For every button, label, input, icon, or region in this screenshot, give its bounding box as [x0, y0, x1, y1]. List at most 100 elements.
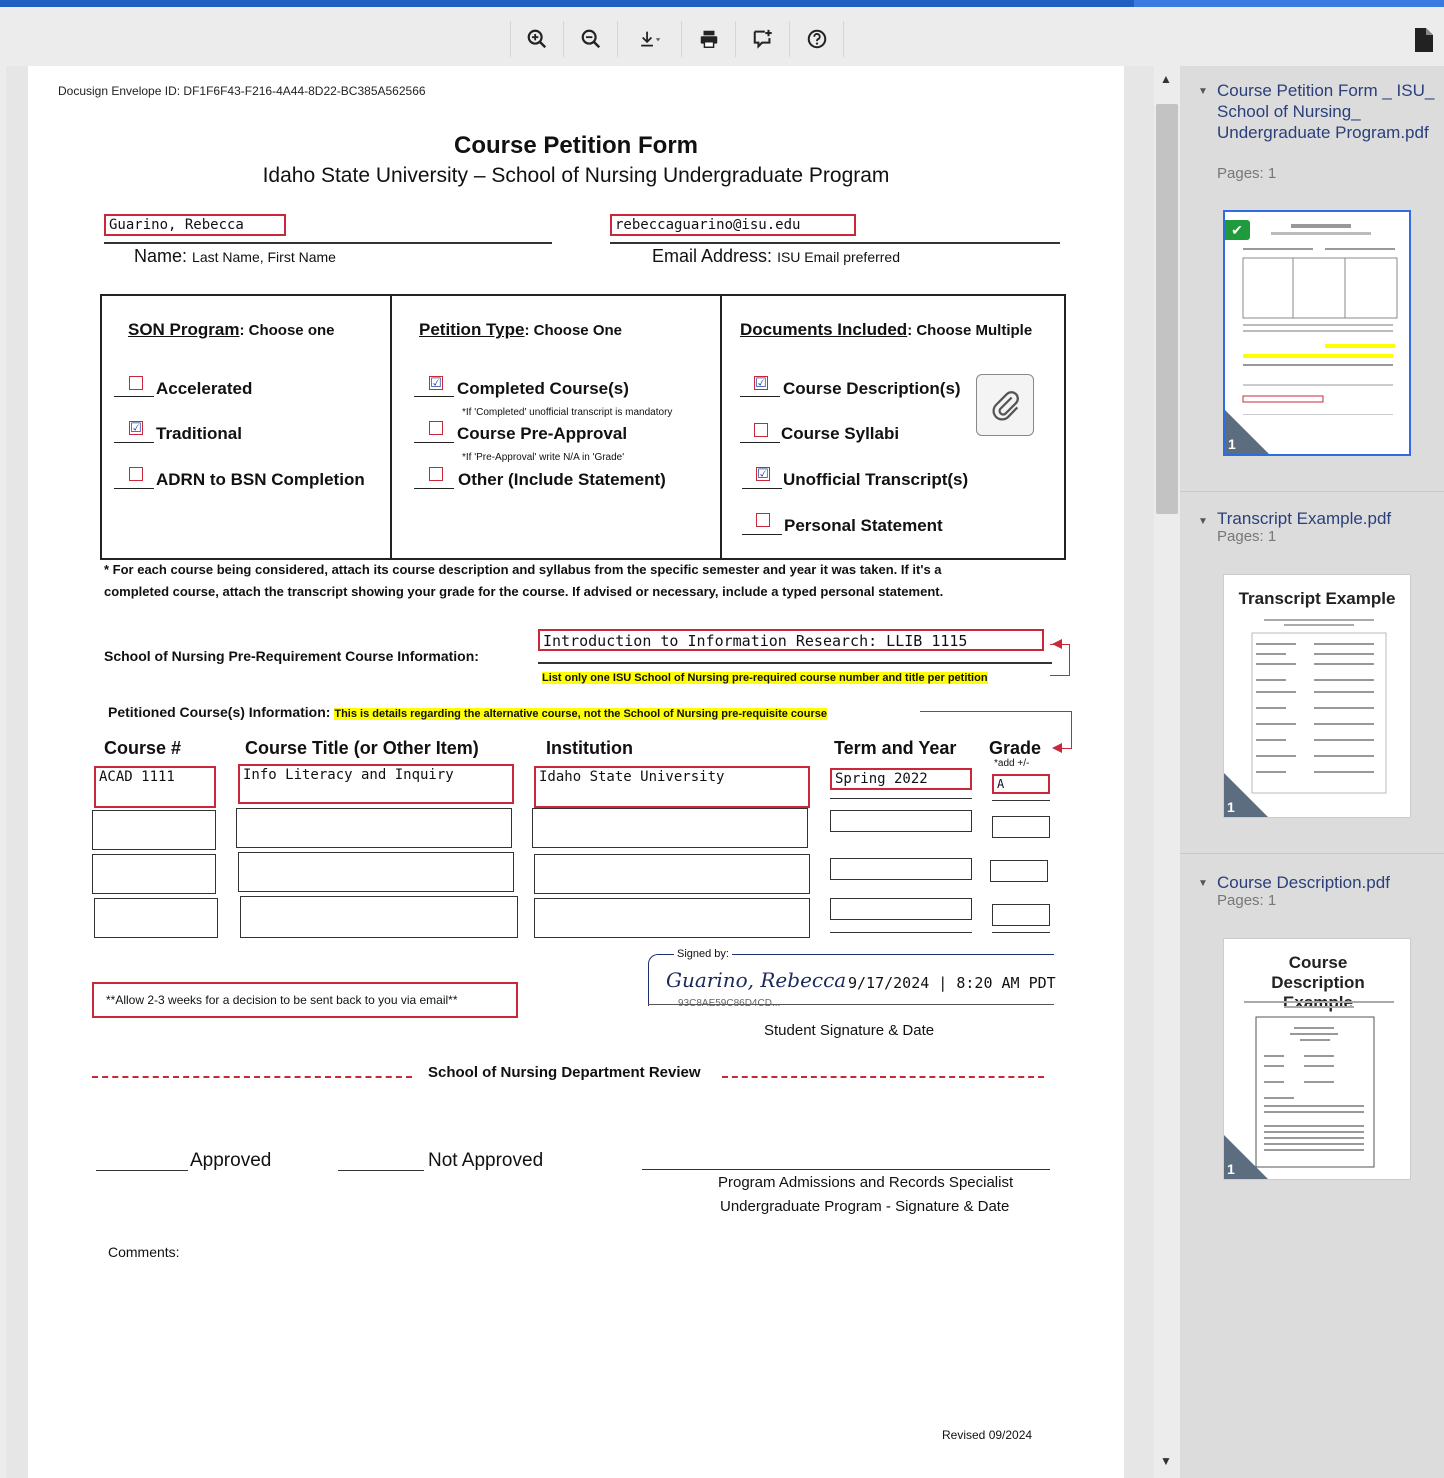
vertical-scrollbar[interactable]: ▲ ▼	[1154, 66, 1180, 1478]
grade-field[interactable]	[992, 816, 1050, 838]
department-review-label: School of Nursing Department Review	[428, 1064, 701, 1081]
term-line	[830, 798, 972, 799]
download-button[interactable]	[618, 21, 682, 57]
grade-line	[992, 932, 1050, 933]
course-title-field[interactable]	[240, 896, 518, 938]
name-label: Name: Last Name, First Name	[134, 246, 336, 266]
institution-field[interactable]: Idaho State University	[534, 766, 810, 808]
collapse-triangle-icon[interactable]: ▼	[1198, 878, 1208, 889]
grid-divider	[390, 296, 392, 558]
name-line	[104, 242, 552, 244]
student-signature-label: Student Signature & Date	[764, 1022, 935, 1039]
petition-type-header: Petition Type: Choose One	[419, 320, 622, 339]
attachment-pages: Pages: 1	[1217, 165, 1277, 182]
instructions-line-2: completed course, attach the transcript …	[104, 584, 944, 599]
course-number-field[interactable]: ACAD 1111	[94, 766, 216, 808]
scroll-up-arrow-icon[interactable]: ▲	[1160, 72, 1172, 86]
attachment-button[interactable]	[976, 374, 1034, 436]
term-field[interactable]	[830, 810, 972, 832]
help-icon	[807, 29, 826, 49]
checkbox-course-description[interactable]: ☑	[754, 376, 768, 390]
course-title-field[interactable]	[236, 808, 512, 848]
grade-field[interactable]	[992, 904, 1050, 926]
attachment-item[interactable]: ▼ Course Description.pdf Pages: 1 Course…	[1180, 854, 1444, 1478]
institution-field[interactable]	[534, 898, 810, 938]
grid-divider	[720, 296, 722, 558]
document-icon[interactable]	[1414, 27, 1434, 53]
print-icon	[700, 30, 717, 48]
term-field[interactable]	[830, 898, 972, 920]
checkbox-other[interactable]	[429, 467, 443, 481]
scroll-down-arrow-icon[interactable]: ▼	[1160, 1454, 1172, 1468]
option-line	[114, 396, 154, 397]
email-field[interactable]: rebeccaguarino@isu.edu	[610, 214, 856, 236]
print-button[interactable]	[682, 21, 736, 57]
option-line	[414, 488, 454, 489]
page-thumbnail[interactable]: ✔ 1	[1223, 210, 1411, 456]
prereq-line	[538, 662, 1052, 664]
attachment-item[interactable]: ▼ Course Petition Form _ ISU_ School of …	[1180, 66, 1444, 492]
checkbox-completed-course[interactable]: ☑	[429, 376, 443, 390]
page-number: 1	[1228, 436, 1236, 452]
course-title-field[interactable]	[238, 852, 514, 892]
checkbox-accelerated[interactable]	[129, 376, 143, 390]
option-line	[740, 442, 780, 443]
checkbox-unofficial-transcript[interactable]: ☑	[756, 467, 770, 481]
grade-field[interactable]	[990, 860, 1048, 882]
course-number-field[interactable]	[94, 898, 218, 938]
thumbnail-preview	[1251, 619, 1387, 794]
page-number: 1	[1227, 1161, 1235, 1177]
add-comment-button[interactable]	[736, 21, 790, 57]
approved-line	[96, 1170, 188, 1171]
institution-field[interactable]	[534, 854, 810, 894]
grade-note: *add +/-	[994, 758, 1030, 769]
page-thumbnail[interactable]: Course Description Example 1	[1223, 938, 1411, 1180]
option-line	[414, 396, 454, 397]
term-field[interactable]: Spring 2022	[830, 768, 972, 790]
attachment-item[interactable]: ▼ Transcript Example.pdf Pages: 1 Transc…	[1180, 492, 1444, 854]
checkbox-pre-approval[interactable]	[429, 421, 443, 435]
term-field[interactable]	[830, 858, 972, 880]
option-other: Other (Include Statement)	[458, 470, 666, 489]
zoom-in-button[interactable]	[510, 21, 564, 57]
option-accelerated: Accelerated	[156, 379, 253, 398]
prereq-field[interactable]: Introduction to Information Research: LL…	[538, 629, 1044, 651]
institution-field[interactable]	[532, 808, 808, 848]
column-grade: Grade	[989, 738, 1042, 758]
option-unofficial-transcript: Unofficial Transcript(s)	[783, 470, 969, 489]
checkbox-traditional[interactable]: ☑	[129, 421, 143, 435]
attachment-pages: Pages: 1	[1217, 892, 1277, 909]
instructions-line-1: * For each course being considered, atta…	[104, 562, 942, 577]
zoom-out-button[interactable]	[564, 21, 618, 57]
paperclip-icon	[992, 391, 1019, 421]
zoom-out-icon	[581, 29, 600, 49]
collapse-triangle-icon[interactable]: ▼	[1198, 516, 1208, 527]
option-line	[742, 488, 782, 489]
option-course-description: Course Description(s)	[783, 379, 961, 398]
course-title-field[interactable]: Info Literacy and Inquiry	[238, 764, 514, 804]
help-button[interactable]	[790, 21, 844, 57]
checkbox-course-syllabi[interactable]	[754, 423, 768, 437]
approved-label: Approved	[190, 1150, 272, 1171]
prereq-label: School of Nursing Pre-Requirement Course…	[104, 648, 479, 664]
download-icon	[640, 31, 660, 47]
checkbox-adrn[interactable]	[129, 467, 143, 481]
allow-note-box: **Allow 2-3 weeks for a decision to be s…	[92, 982, 518, 1018]
grade-line	[992, 800, 1050, 801]
specialist-label: Program Admissions and Records Specialis…	[718, 1174, 1014, 1191]
signature: Guarino, Rebecca	[666, 968, 847, 992]
checkbox-personal-statement[interactable]	[756, 513, 770, 527]
scrollbar-thumb[interactable]	[1156, 104, 1178, 514]
grade-field[interactable]: A	[992, 774, 1050, 794]
attachment-name: Course Description.pdf	[1217, 873, 1390, 892]
zoom-in-icon	[527, 29, 547, 49]
comments-label: Comments:	[108, 1244, 180, 1260]
course-number-field[interactable]	[92, 810, 216, 850]
email-line	[610, 242, 1060, 244]
collapse-triangle-icon[interactable]: ▼	[1198, 86, 1208, 97]
course-number-field[interactable]	[92, 854, 216, 894]
page-thumbnail[interactable]: Transcript Example 1	[1223, 574, 1411, 818]
attachment-pages: Pages: 1	[1217, 528, 1277, 545]
arrow-head-icon	[1052, 743, 1062, 753]
name-field[interactable]: Guarino, Rebecca	[104, 214, 286, 236]
